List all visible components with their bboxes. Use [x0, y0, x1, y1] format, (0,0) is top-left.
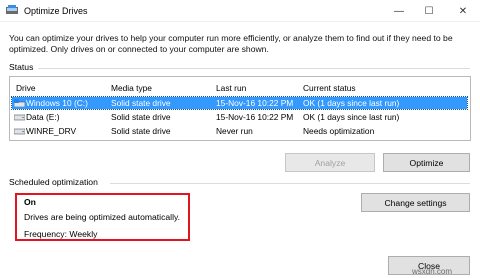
media-type: Solid state drive [111, 112, 171, 122]
column-header-last-run[interactable]: Last run [216, 83, 246, 93]
schedule-state: On [24, 197, 36, 207]
intro-text: You can optimize your drives to help you… [9, 33, 453, 54]
table-row[interactable]: WINRE_DRV Solid state drive Never run Ne… [12, 125, 467, 137]
schedule-description: Drives are being optimized automatically… [24, 212, 181, 222]
column-header-current-status[interactable]: Current status [303, 83, 356, 93]
last-run: 15-Nov-16 10:22 PM [216, 98, 294, 108]
drive-name: Data (E:) [26, 112, 60, 122]
schedule-frequency: Frequency: Weekly [24, 229, 98, 239]
scheduled-optimization-label: Scheduled optimization [9, 177, 98, 187]
last-run: Never run [216, 126, 253, 136]
table-row[interactable]: Windows 10 (C:) Solid state drive 15-Nov… [11, 96, 468, 110]
change-settings-button[interactable]: Change settings [361, 193, 470, 212]
watermark: wsxdn.com [412, 267, 453, 276]
minimize-button[interactable]: — [384, 0, 414, 22]
scheduled-divider [110, 183, 470, 184]
media-type: Solid state drive [111, 126, 171, 136]
optimize-button[interactable]: Optimize [383, 153, 470, 172]
maximize-button[interactable]: ☐ [414, 0, 444, 22]
status-divider [38, 68, 470, 69]
drive-name: Windows 10 (C:) [26, 98, 88, 108]
column-header-drive[interactable]: Drive [16, 83, 36, 93]
current-status: OK (1 days since last run) [303, 112, 400, 122]
drive-table[interactable]: Drive Media type Last run Current status… [9, 76, 471, 141]
media-type: Solid state drive [111, 98, 171, 108]
close-window-button[interactable]: ✕ [448, 0, 478, 22]
status-label: Status [9, 62, 34, 72]
system-drive-icon [14, 99, 25, 107]
optimize-drives-icon [6, 5, 18, 14]
window-title: Optimize Drives [24, 6, 88, 16]
current-status: OK (1 days since last run) [303, 98, 400, 108]
analyze-button[interactable]: Analyze [285, 153, 375, 172]
last-run: 15-Nov-16 10:22 PM [216, 112, 294, 122]
drive-icon [14, 128, 25, 135]
drive-icon [14, 114, 25, 121]
table-row[interactable]: Data (E:) Solid state drive 15-Nov-16 10… [12, 111, 467, 123]
current-status: Needs optimization [303, 126, 375, 136]
column-header-media-type[interactable]: Media type [111, 83, 152, 93]
title-bar: Optimize Drives — ☐ ✕ [0, 0, 480, 22]
drive-name: WINRE_DRV [26, 126, 77, 136]
